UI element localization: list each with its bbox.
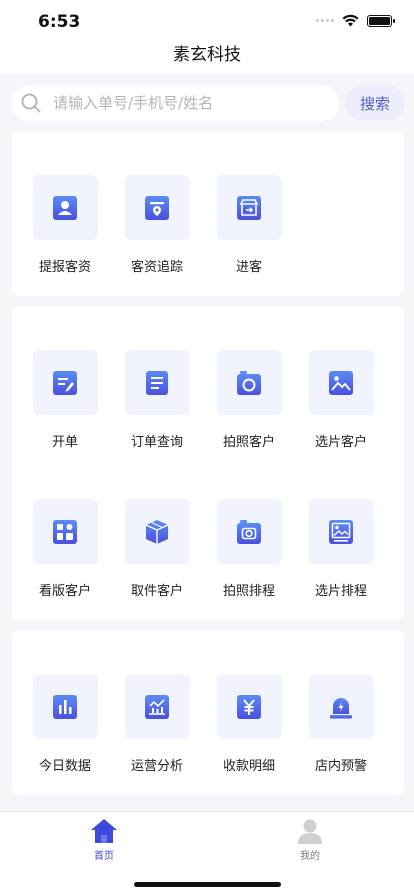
tile-label: 今日数据 xyxy=(38,759,91,774)
tile-label: 看版客户 xyxy=(38,584,91,599)
tile-store-alert[interactable]: 店内预警 xyxy=(301,674,381,774)
alarm-light-icon xyxy=(330,697,352,718)
tile-order-query[interactable]: 订单查询 xyxy=(117,350,197,450)
status-icons xyxy=(316,14,395,27)
status-time: 6:53 xyxy=(38,12,81,32)
photo-image-icon xyxy=(329,370,353,395)
bar-chart-icon xyxy=(53,694,77,719)
tile-lead-tracking[interactable]: 客资追踪 xyxy=(117,175,197,275)
package-box-icon xyxy=(145,519,169,544)
tile-open-order[interactable]: 开单 xyxy=(25,350,105,450)
document-list-icon xyxy=(146,370,168,395)
tile-label: 选片排程 xyxy=(314,584,367,599)
tile-select-photo-schedule[interactable]: 选片排程 xyxy=(301,499,381,599)
search-icon xyxy=(21,93,41,113)
tile-enter-customer[interactable]: 进客 xyxy=(209,175,289,275)
home-indicator xyxy=(134,882,281,887)
store-enter-icon xyxy=(237,195,261,220)
profile-icon xyxy=(298,819,322,844)
tile-label: 店内预警 xyxy=(314,759,367,774)
tile-label: 收款明细 xyxy=(222,759,275,774)
tile-label: 提报客资 xyxy=(38,260,91,275)
layout-grid-icon xyxy=(53,519,77,544)
user-card-icon xyxy=(53,195,77,220)
tile-label: 拍照客户 xyxy=(222,435,275,450)
section-customer-leads: 提报客资 客资追踪 进客 xyxy=(11,131,404,296)
tile-label: 客资追踪 xyxy=(130,260,183,275)
search-bar xyxy=(11,85,339,121)
tile-label: 拍照排程 xyxy=(222,584,275,599)
camera-icon xyxy=(237,370,261,395)
battery-icon xyxy=(367,14,395,27)
search-button[interactable]: 搜索 xyxy=(345,85,405,121)
tab-profile[interactable]: 我的 xyxy=(280,818,340,862)
camera-schedule-icon xyxy=(237,519,261,544)
tile-label: 开单 xyxy=(51,435,78,450)
tile-label: 订单查询 xyxy=(130,435,183,450)
tile-today-data[interactable]: 今日数据 xyxy=(25,674,105,774)
section-orders-customers: 开单 订单查询 拍照客户 选片客户 看版客户 取件客户 拍照排程 选片排程 xyxy=(11,306,404,620)
page-title: 素玄科技 xyxy=(173,45,241,65)
tile-submit-lead[interactable]: 提报客资 xyxy=(25,175,105,275)
tile-operation-analysis[interactable]: 运营分析 xyxy=(117,674,197,774)
tab-home[interactable]: 首页 xyxy=(74,818,134,862)
tab-home-label: 首页 xyxy=(94,851,114,862)
edit-order-icon xyxy=(53,370,77,395)
wifi-icon xyxy=(342,14,359,27)
home-icon xyxy=(91,819,117,843)
top-bar: 6:53 素玄科技 xyxy=(0,0,414,74)
search-input[interactable] xyxy=(53,94,313,112)
tile-photo-customer[interactable]: 拍照客户 xyxy=(209,350,289,450)
tile-label: 选片客户 xyxy=(314,435,367,450)
tile-label: 取件客户 xyxy=(130,584,183,599)
photo-schedule-icon xyxy=(329,519,353,544)
tile-view-board-customer[interactable]: 看版客户 xyxy=(25,499,105,599)
tile-label: 运营分析 xyxy=(130,759,183,774)
section-data-analysis: 今日数据 运营分析 收款明细 店内预警 xyxy=(11,630,404,795)
tile-pickup-customer[interactable]: 取件客户 xyxy=(117,499,197,599)
location-tracking-icon xyxy=(145,195,169,220)
tile-photo-schedule[interactable]: 拍照排程 xyxy=(209,499,289,599)
tile-label: 进客 xyxy=(235,260,262,275)
tab-profile-label: 我的 xyxy=(300,851,320,862)
signal-icon xyxy=(316,19,334,22)
tile-payment-details[interactable]: 收款明细 xyxy=(209,674,289,774)
yuan-icon xyxy=(237,694,261,719)
analysis-chart-icon xyxy=(145,694,169,719)
tile-select-photo-customer[interactable]: 选片客户 xyxy=(301,350,381,450)
